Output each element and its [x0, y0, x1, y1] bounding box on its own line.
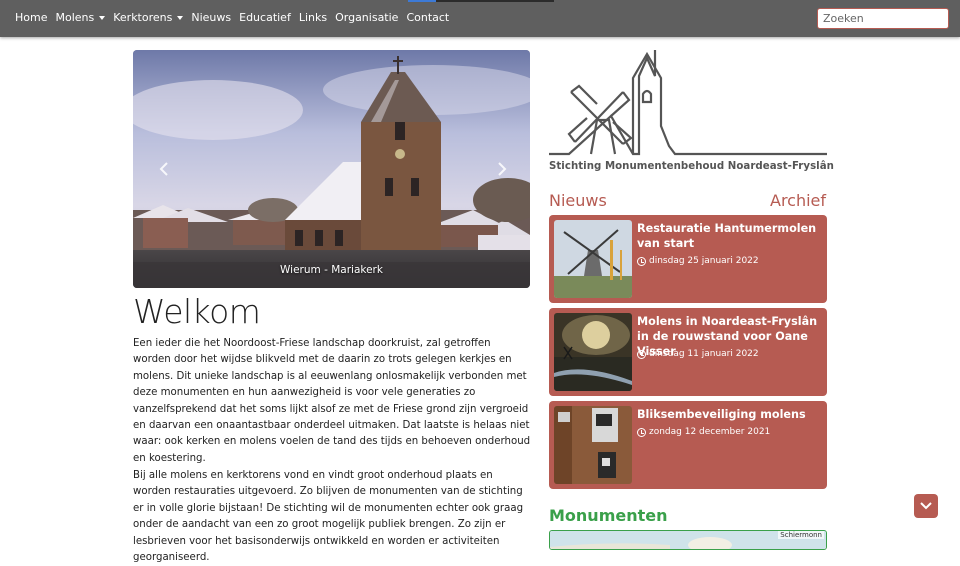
news-thumbnail [554, 406, 632, 484]
nav-item-label: Links [298, 11, 328, 24]
news-card[interactable]: Bliksembeveiliging molens zondag 12 dece… [549, 401, 827, 489]
carousel-next-button[interactable] [495, 160, 509, 178]
search-input[interactable] [817, 8, 949, 29]
nav-item-educatief[interactable]: Educatief [239, 11, 291, 24]
caret-down-icon [99, 15, 106, 20]
nav-item-label: Molens [55, 11, 95, 24]
nav-item-nieuws[interactable]: Nieuws [191, 11, 231, 24]
logo-text: Stichting Monumentenbehoud Noardeast-Fry… [549, 161, 834, 172]
page-title: Welkom [133, 292, 261, 331]
chevron-left-icon [159, 162, 168, 176]
nav-item-molens[interactable]: Molens [55, 11, 106, 24]
top-navbar: Home Molens Kerktorens Nieuws Educatief … [0, 0, 960, 37]
monuments-map[interactable]: Schiermonn [549, 530, 827, 550]
clock-icon [637, 349, 646, 359]
news-date-text: dinsdag 11 januari 2022 [649, 349, 759, 359]
nav-item-kerktorens[interactable]: Kerktorens [113, 11, 184, 24]
caret-down-icon [177, 15, 184, 20]
news-card[interactable]: Molens in Noardeast-Fryslân in de rouwst… [549, 308, 827, 396]
news-date: dinsdag 11 januari 2022 [637, 349, 759, 359]
nav-item-label: Nieuws [191, 11, 232, 24]
news-heading: Nieuws [549, 191, 607, 210]
news-thumbnail [554, 220, 632, 298]
nav-item-home[interactable]: Home [15, 11, 47, 24]
carousel-prev-button[interactable] [157, 160, 171, 178]
news-title: Restauratie Hantumermolen van start [637, 222, 817, 250]
image-carousel[interactable]: Wierum - Mariakerk [133, 50, 530, 288]
nav-item-contact[interactable]: Contact [406, 11, 449, 24]
news-title: Bliksembeveiliging molens [637, 408, 806, 421]
clock-icon [637, 427, 646, 437]
scroll-toggle-button[interactable] [914, 494, 938, 518]
archive-link[interactable]: Archief [770, 191, 826, 210]
news-date: zondag 12 december 2021 [637, 427, 770, 437]
nav-accent-bar [408, 0, 554, 2]
news-date-text: dinsdag 25 januari 2022 [649, 256, 759, 266]
nav-item-label: Home [15, 11, 48, 24]
chevron-right-icon [498, 162, 507, 176]
nav-menu: Home Molens Kerktorens Nieuws Educatief … [15, 11, 457, 24]
intro-paragraph: Een ieder die het Noordoost-Friese lands… [133, 338, 531, 464]
nav-item-label: Organisatie [335, 11, 399, 24]
news-card[interactable]: Restauratie Hantumermolen van start dins… [549, 215, 827, 303]
nav-item-label: Educatief [239, 11, 291, 24]
news-thumbnail [554, 313, 632, 391]
carousel-caption: Wierum - Mariakerk [280, 264, 383, 276]
nav-item-links[interactable]: Links [299, 11, 327, 24]
church-photo [133, 50, 530, 288]
nav-item-label: Contact [406, 11, 450, 24]
intro-paragraph-2: Bij alle molens en kerktorens vond en vi… [133, 470, 524, 564]
foundation-logo[interactable] [549, 50, 827, 176]
clock-icon [637, 256, 646, 266]
news-date-text: zondag 12 december 2021 [649, 427, 771, 437]
news-date: dinsdag 25 januari 2022 [637, 256, 759, 266]
nav-item-label: Kerktorens [113, 11, 173, 24]
map-place-label: Schiermonn [778, 531, 824, 539]
nav-item-organisatie[interactable]: Organisatie [335, 11, 398, 24]
monuments-heading: Monumenten [549, 506, 668, 525]
chevron-down-icon [920, 502, 932, 510]
